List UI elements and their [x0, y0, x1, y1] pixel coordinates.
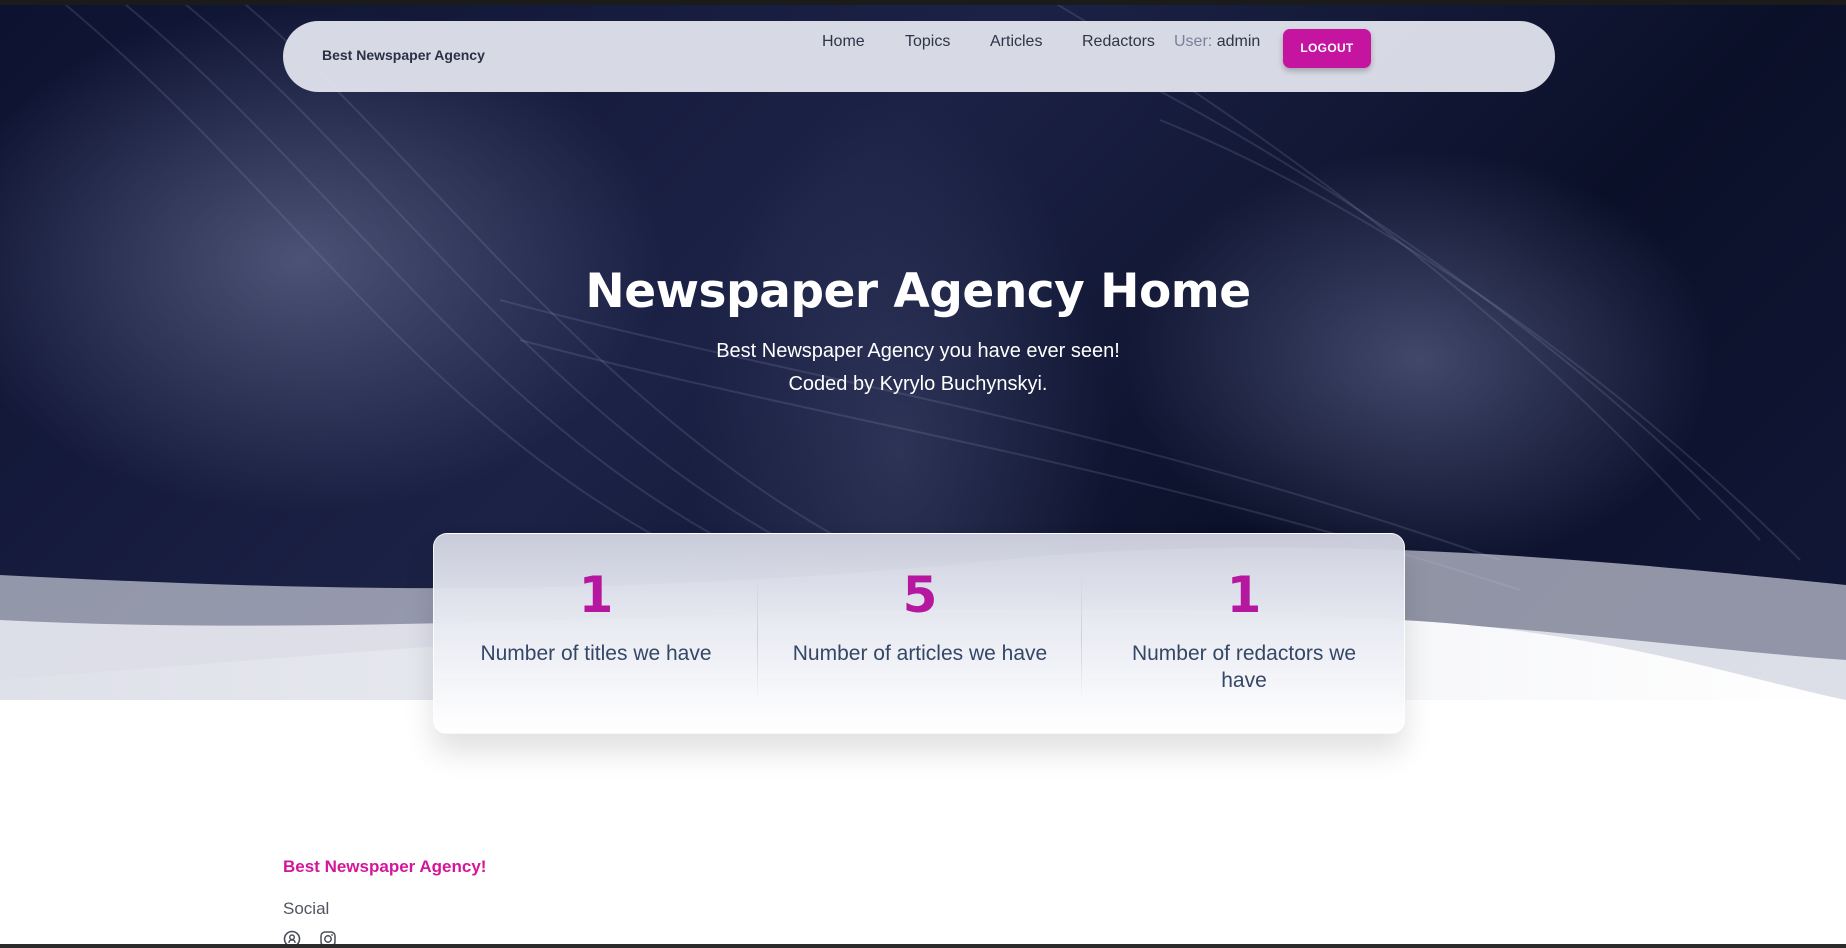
- navbar-brand[interactable]: Best Newspaper Agency: [322, 47, 485, 63]
- stat-value: 1: [1226, 566, 1262, 624]
- stat-label: Number of articles we have: [792, 642, 1048, 665]
- hero-subtitle-line-2: Coded by Kyrylo Buchynskyi.: [788, 373, 1048, 395]
- nav-link-articles[interactable]: Articles: [990, 33, 1042, 51]
- nav-link-topics[interactable]: Topics: [905, 33, 950, 51]
- stat-titles: 1 Number of titles we have: [434, 534, 758, 734]
- hero-subtitle-line-1: Best Newspaper Agency you have ever seen…: [716, 340, 1120, 362]
- nav-link-redactors[interactable]: Redactors: [1082, 33, 1155, 51]
- stat-label: Number of redactors we have: [1131, 642, 1357, 692]
- logout-button[interactable]: LOGOUT: [1283, 29, 1371, 68]
- stats-card: 1 Number of titles we have 5 Number of a…: [433, 533, 1405, 734]
- nav-link-home[interactable]: Home: [822, 33, 865, 51]
- footer-social-heading: Social: [283, 899, 330, 918]
- stat-articles: 5 Number of articles we have: [758, 534, 1082, 734]
- stat-redactors: 1 Number of redactors we have: [1082, 534, 1406, 734]
- footer-brand[interactable]: Best Newspaper Agency!: [283, 857, 486, 877]
- browser-bottom-edge: [0, 944, 1846, 948]
- stat-value: 1: [578, 566, 614, 624]
- current-user: User: admin: [1174, 33, 1260, 51]
- stat-value: 5: [902, 566, 938, 624]
- user-label: User:: [1174, 33, 1213, 50]
- user-name: admin: [1216, 33, 1261, 50]
- page-title: Newspaper Agency Home: [585, 264, 1251, 319]
- stat-label: Number of titles we have: [480, 642, 712, 665]
- browser-top-edge: [0, 0, 1846, 5]
- top-navbar: Best Newspaper Agency Home Topics Articl…: [283, 21, 1555, 92]
